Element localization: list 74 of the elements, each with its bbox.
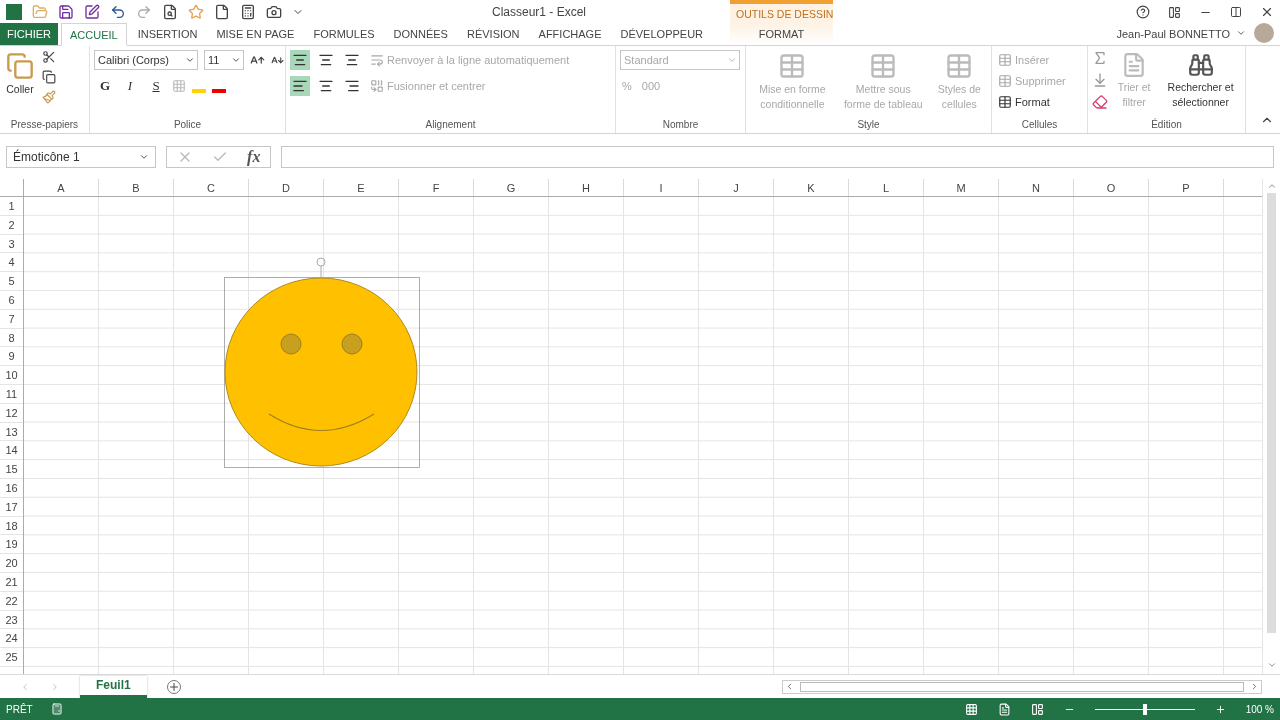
column-header[interactable]: C [174,179,249,196]
row-header[interactable]: 1 [0,197,23,216]
group-label: Édition [1150,119,1183,132]
ribbon-tab[interactable]: DÉVELOPPEUR [612,23,712,45]
row-header[interactable]: 3 [0,234,23,254]
ribbon-tab[interactable]: FORMAT [730,23,833,45]
row-header[interactable]: 25 [0,648,23,667]
row-header[interactable]: 7 [0,309,23,329]
column-header[interactable]: J [699,179,774,196]
row-header[interactable]: 24 [0,629,23,649]
font-name-field[interactable]: Calibri (Corps) [94,50,198,70]
column-header[interactable]: P [1149,179,1224,196]
ribbon-tab[interactable]: MISE EN PAGE [208,23,303,45]
row-header[interactable]: 10 [0,366,23,385]
column-header[interactable]: G [474,179,549,196]
ribbon-tab[interactable]: FORMULES [305,23,383,45]
column-header[interactable]: F [399,179,474,196]
ribbon-tab[interactable]: DONNÉES [385,23,456,45]
row-header[interactable]: 11 [0,384,23,404]
status-text: PRÊT [6,703,33,715]
column-header[interactable]: K [774,179,849,196]
row-header[interactable]: 2 [0,215,23,235]
paste-button[interactable]: Coller [4,50,36,119]
bold-button[interactable]: G [94,76,114,96]
row-header[interactable]: 21 [0,572,23,592]
column-header[interactable]: E [324,179,399,196]
ribbon-tab[interactable]: INSERTION [129,23,206,45]
font-size-field[interactable]: 11 [204,50,244,70]
row-header[interactable]: 5 [0,272,23,291]
ribbon-tab[interactable]: RÉVISION [458,23,528,45]
ribbon-tab[interactable]: AFFICHAGE [530,23,610,45]
group-label: Nombre [661,119,700,132]
sheet-tab[interactable]: Feuil1 [80,675,147,698]
column-header[interactable]: I [624,179,699,196]
row-header[interactable]: 6 [0,291,23,310]
row-header[interactable]: 12 [0,403,23,423]
column-header[interactable]: O [1074,179,1149,196]
group-label: Style [856,119,881,132]
row-header[interactable]: 8 [0,328,23,348]
user-name[interactable]: Jean-Paul BONNETTO [1116,28,1230,40]
row-header[interactable]: 13 [0,422,23,442]
row-header[interactable]: 16 [0,478,23,498]
column-header[interactable]: D [249,179,324,196]
row-header[interactable]: 17 [0,497,23,517]
group-label: Alignement [424,119,477,132]
group-label: Presse-papiers [9,119,80,132]
column-header[interactable]: N [999,179,1074,196]
row-header[interactable]: 14 [0,441,23,461]
name-box[interactable]: Émoticône 1 [6,146,156,168]
row-header[interactable]: 23 [0,610,23,630]
ribbon-tab[interactable]: FICHIER [0,23,58,45]
column-header[interactable]: L [849,179,924,196]
row-header[interactable]: 18 [0,516,23,536]
column-header[interactable]: M [924,179,999,196]
cell-button[interactable]: Format [996,92,1083,112]
row-header[interactable]: 9 [0,347,23,367]
row-header[interactable]: 20 [0,554,23,573]
group-label: Cellules [1020,119,1059,132]
group-label: Police [172,119,203,132]
insert-function-button[interactable]: fx [247,148,261,166]
column-header[interactable]: B [99,179,174,196]
row-header[interactable]: 19 [0,535,23,555]
row-header[interactable]: 4 [0,253,23,273]
contextual-tab-label: OUTILS DE DESSIN [730,0,833,24]
row-header[interactable]: 15 [0,460,23,479]
underline-button[interactable]: S [146,76,166,96]
zoom-level[interactable]: 100 % [1245,703,1274,715]
column-header[interactable]: A [24,179,99,196]
row-header[interactable]: 22 [0,591,23,611]
column-header[interactable]: H [549,179,624,196]
ribbon-tab[interactable]: ACCUEIL [61,23,127,46]
italic-button[interactable]: I [120,76,140,96]
window-title: Classeur1 - Excel [492,5,587,19]
edit-button[interactable]: Rechercher et sélectionner [1160,50,1241,119]
